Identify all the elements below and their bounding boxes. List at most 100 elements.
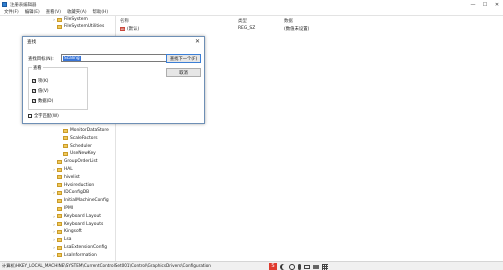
data-label: 数据(D): [38, 99, 54, 104]
tree-item-label: InitialMachineConfig: [64, 198, 109, 204]
folder-icon: [57, 229, 62, 234]
string-value-icon: ab: [120, 27, 125, 31]
find-what-label: 查找目标(N):: [28, 57, 54, 62]
whole-string-label: 全字匹配(W): [34, 114, 59, 119]
expand-chevron-icon[interactable]: ›: [52, 190, 56, 195]
tree-item[interactable]: › FileSystem: [52, 16, 88, 23]
menu-bar: 文件(F) 编辑(E) 查看(V) 收藏夹(A) 帮助(H): [0, 9, 503, 16]
tree-item[interactable]: › Keyboard Layout: [52, 213, 101, 220]
find-what-selected-text: Scaling: [63, 56, 81, 61]
ime-grid-icon[interactable]: [322, 263, 328, 270]
column-header-data[interactable]: 数据: [284, 18, 293, 24]
option-data[interactable]: ✓ 数据(D): [32, 98, 53, 104]
folder-icon: [57, 214, 62, 219]
folder-icon: [63, 144, 68, 149]
values-checkbox[interactable]: ✓: [32, 89, 36, 93]
tree-item[interactable]: Scheduler: [58, 143, 92, 150]
folder-icon: [57, 190, 62, 195]
option-whole-string[interactable]: 全字匹配(W): [28, 113, 59, 119]
tree-item[interactable]: › LsaInformation: [52, 252, 97, 259]
value-row[interactable]: ab (默认) REG_SZ (数值未设置): [116, 26, 503, 33]
tree-item-label: Hvsireduction: [64, 182, 95, 188]
look-at-group: 查看 ✓ 项(K) ✓ 值(V) ✓ 数据(D): [28, 65, 88, 110]
tree-item[interactable]: Hvsireduction: [52, 182, 94, 189]
cancel-button[interactable]: 取消: [166, 68, 201, 77]
ime-keyboard-icon[interactable]: [304, 264, 310, 269]
folder-icon: [57, 237, 62, 242]
folder-icon: [57, 206, 62, 211]
ime-shirt-icon[interactable]: [313, 264, 319, 269]
tree-item[interactable]: MonitorDataStore: [58, 127, 109, 134]
dialog-title: 查找: [27, 40, 37, 45]
tree-item-label: Scheduler: [70, 143, 92, 149]
data-checkbox[interactable]: ✓: [32, 99, 36, 103]
tree-item[interactable]: IPMI: [52, 205, 73, 212]
folder-icon: [63, 128, 68, 133]
folder-icon: [57, 253, 62, 258]
tree-item-label: Kingsoft: [64, 229, 82, 235]
regedit-app-icon: [2, 2, 7, 7]
tree-item[interactable]: › Kingsoft: [52, 228, 82, 235]
title-bar: 注册表编辑器 — ☐ ✕: [0, 0, 503, 9]
expand-chevron-icon[interactable]: ›: [52, 222, 56, 227]
value-name-cell: ab (默认): [120, 26, 139, 32]
expand-chevron-icon[interactable]: ›: [52, 253, 56, 258]
tree-item[interactable]: UseNewKey: [58, 150, 96, 157]
tree-item-label: hivelist: [64, 174, 80, 180]
find-next-button[interactable]: 查找下一个(F): [166, 54, 201, 63]
tree-item[interactable]: › Lsa: [52, 236, 71, 243]
ime-s-icon[interactable]: S: [269, 263, 277, 270]
tree-item[interactable]: › LsaExtensionConfig: [52, 244, 107, 251]
tree-item[interactable]: FileSystemUtilities: [52, 23, 104, 30]
tree-item[interactable]: ScaleFactors: [58, 135, 98, 142]
tree-item[interactable]: › IDConfigDB: [52, 189, 89, 196]
dialog-close-button[interactable]: ✕: [195, 38, 200, 45]
minimize-button[interactable]: —: [467, 0, 479, 9]
folder-icon: [57, 183, 62, 188]
find-what-input[interactable]: Scaling: [61, 54, 180, 62]
tree-item[interactable]: hivelist: [52, 174, 80, 181]
expand-chevron-icon[interactable]: ›: [52, 229, 56, 234]
value-data: (数值未设置): [284, 27, 310, 32]
option-keys[interactable]: ✓ 项(K): [32, 78, 48, 84]
tree-item[interactable]: › HAL: [52, 166, 73, 173]
value-name: (默认): [127, 27, 140, 32]
tree-item-label: HAL: [64, 167, 73, 172]
maximize-button[interactable]: ☐: [479, 0, 491, 9]
menu-view[interactable]: 查看(V): [46, 9, 61, 15]
tree-item[interactable]: GroupOrderList: [52, 158, 98, 165]
tree-item[interactable]: › Keyboard Layouts: [52, 221, 103, 228]
expand-chevron-icon[interactable]: ›: [52, 214, 56, 219]
values-label: 值(V): [38, 89, 49, 94]
expand-chevron-icon[interactable]: ›: [52, 237, 56, 242]
menu-edit[interactable]: 编辑(E): [25, 9, 40, 15]
list-header: 名称 类型 数据: [116, 18, 503, 24]
menu-help[interactable]: 帮助(H): [93, 9, 109, 15]
folder-icon: [57, 159, 62, 164]
tree-item[interactable]: InitialMachineConfig: [52, 197, 109, 204]
keys-checkbox[interactable]: ✓: [32, 79, 36, 83]
folder-icon: [57, 222, 62, 227]
column-header-name[interactable]: 名称: [120, 18, 129, 24]
tree-item-label: GroupOrderList: [64, 159, 98, 165]
whole-string-checkbox[interactable]: [28, 114, 32, 118]
status-path: 计算机\HKEY_LOCAL_MACHINE\SYSTEM\CurrentCon…: [2, 263, 211, 268]
tree-item-label: LsaExtensionConfig: [64, 245, 108, 250]
ime-mic-icon[interactable]: [298, 263, 301, 270]
column-header-type[interactable]: 类型: [238, 18, 247, 24]
tree-item-label: FileSystemUtilities: [64, 24, 105, 29]
menu-favorites[interactable]: 收藏夹(A): [67, 9, 87, 15]
close-button[interactable]: ✕: [491, 0, 503, 9]
folder-icon: [63, 136, 68, 141]
status-bar: 计算机\HKEY_LOCAL_MACHINE\SYSTEM\CurrentCon…: [0, 261, 503, 270]
tree-item-label: Keyboard Layouts: [64, 221, 104, 227]
expand-chevron-icon[interactable]: ›: [52, 245, 56, 250]
menu-file[interactable]: 文件(F): [4, 9, 19, 15]
option-values[interactable]: ✓ 值(V): [32, 88, 49, 94]
expand-chevron-icon[interactable]: ›: [52, 17, 56, 22]
ime-tray: S: [269, 263, 328, 270]
ime-moon-icon[interactable]: [280, 264, 286, 270]
expand-chevron-icon[interactable]: ›: [52, 167, 56, 172]
tree-item-label: ScaleFactors: [70, 135, 98, 141]
ime-dot-icon[interactable]: [289, 263, 295, 270]
